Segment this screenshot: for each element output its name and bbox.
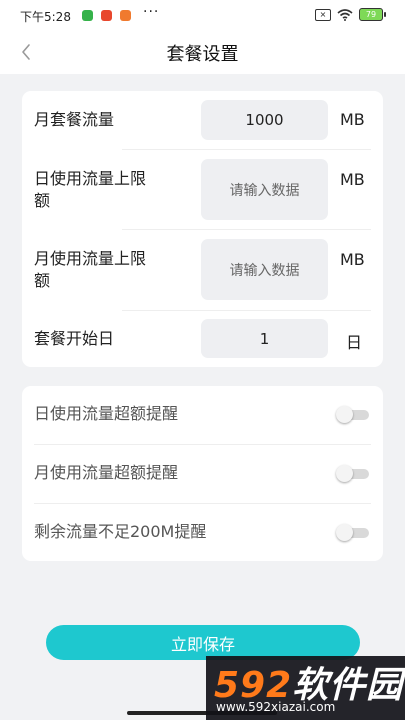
battery-icon: 79 bbox=[359, 8, 386, 21]
monthly-limit-label-line1: 月使用流量上限 bbox=[34, 249, 147, 268]
start-day-label: 套餐开始日 bbox=[34, 329, 115, 348]
wechat-notification-icon bbox=[82, 10, 93, 21]
monthly-overuse-reminder-toggle[interactable] bbox=[336, 465, 369, 482]
daily-limit-unit: MB bbox=[340, 170, 365, 189]
daily-limit-row: 日使用流量上限 额 请输入数据 MB bbox=[22, 150, 383, 229]
monthly-limit-unit: MB bbox=[340, 250, 365, 269]
monthly-overuse-reminder-label: 月使用流量超额提醒 bbox=[34, 463, 179, 482]
start-day-input[interactable]: 1 bbox=[201, 319, 328, 358]
low-data-reminder-toggle[interactable] bbox=[336, 524, 369, 541]
daily-limit-label-line2: 额 bbox=[34, 191, 51, 210]
navigation-bar: 套餐设置 bbox=[0, 30, 405, 74]
low-data-reminder-row: 剩余流量不足200M提醒 bbox=[22, 504, 383, 561]
daily-limit-input[interactable]: 请输入数据 bbox=[201, 159, 328, 220]
monthly-limit-label: 月使用流量上限 额 bbox=[34, 248, 146, 292]
start-day-unit: 日 bbox=[346, 333, 363, 352]
status-time: 下午5:28 bbox=[20, 10, 71, 24]
watermark-url: www.592xiazai.com bbox=[216, 700, 336, 714]
monthly-limit-input[interactable]: 请输入数据 bbox=[201, 239, 328, 300]
app-notification-icon bbox=[101, 10, 112, 21]
start-day-row: 套餐开始日 1 日 bbox=[22, 311, 383, 367]
toggle-knob bbox=[336, 465, 353, 482]
shop-notification-icon bbox=[120, 10, 131, 21]
wifi-icon bbox=[337, 8, 353, 21]
monthly-data-row: 月套餐流量 1000 MB bbox=[22, 91, 383, 149]
daily-limit-label: 日使用流量上限 额 bbox=[34, 168, 146, 212]
daily-overuse-reminder-toggle[interactable] bbox=[336, 406, 369, 423]
more-notifications-icon: ··· bbox=[143, 4, 160, 20]
daily-overuse-reminder-row: 日使用流量超额提醒 bbox=[22, 386, 383, 444]
no-sim-icon: × bbox=[315, 8, 331, 21]
low-data-reminder-label: 剩余流量不足200M提醒 bbox=[34, 522, 207, 541]
page-title: 套餐设置 bbox=[166, 44, 239, 65]
monthly-limit-row: 月使用流量上限 额 请输入数据 MB bbox=[22, 230, 383, 310]
daily-overuse-reminder-label: 日使用流量超额提醒 bbox=[34, 404, 179, 423]
plan-settings-card: 月套餐流量 1000 MB 日使用流量上限 额 请输入数据 MB 月使用流量上限… bbox=[22, 91, 383, 367]
monthly-data-input[interactable]: 1000 bbox=[201, 100, 328, 140]
monthly-limit-label-line2: 额 bbox=[34, 271, 51, 290]
daily-limit-label-line1: 日使用流量上限 bbox=[34, 169, 147, 188]
monthly-data-unit: MB bbox=[340, 110, 365, 129]
status-bar: 下午5:28 ··· × 79 bbox=[0, 0, 405, 30]
reminders-card: 日使用流量超额提醒 月使用流量超额提醒 剩余流量不足200M提醒 bbox=[22, 386, 383, 561]
monthly-overuse-reminder-row: 月使用流量超额提醒 bbox=[22, 445, 383, 503]
save-button[interactable]: 立即保存 bbox=[46, 625, 360, 660]
monthly-data-label: 月套餐流量 bbox=[34, 110, 115, 129]
toggle-knob bbox=[336, 524, 353, 541]
watermark-logo: 592软件园 www.592xiazai.com bbox=[206, 656, 405, 720]
toggle-knob bbox=[336, 406, 353, 423]
